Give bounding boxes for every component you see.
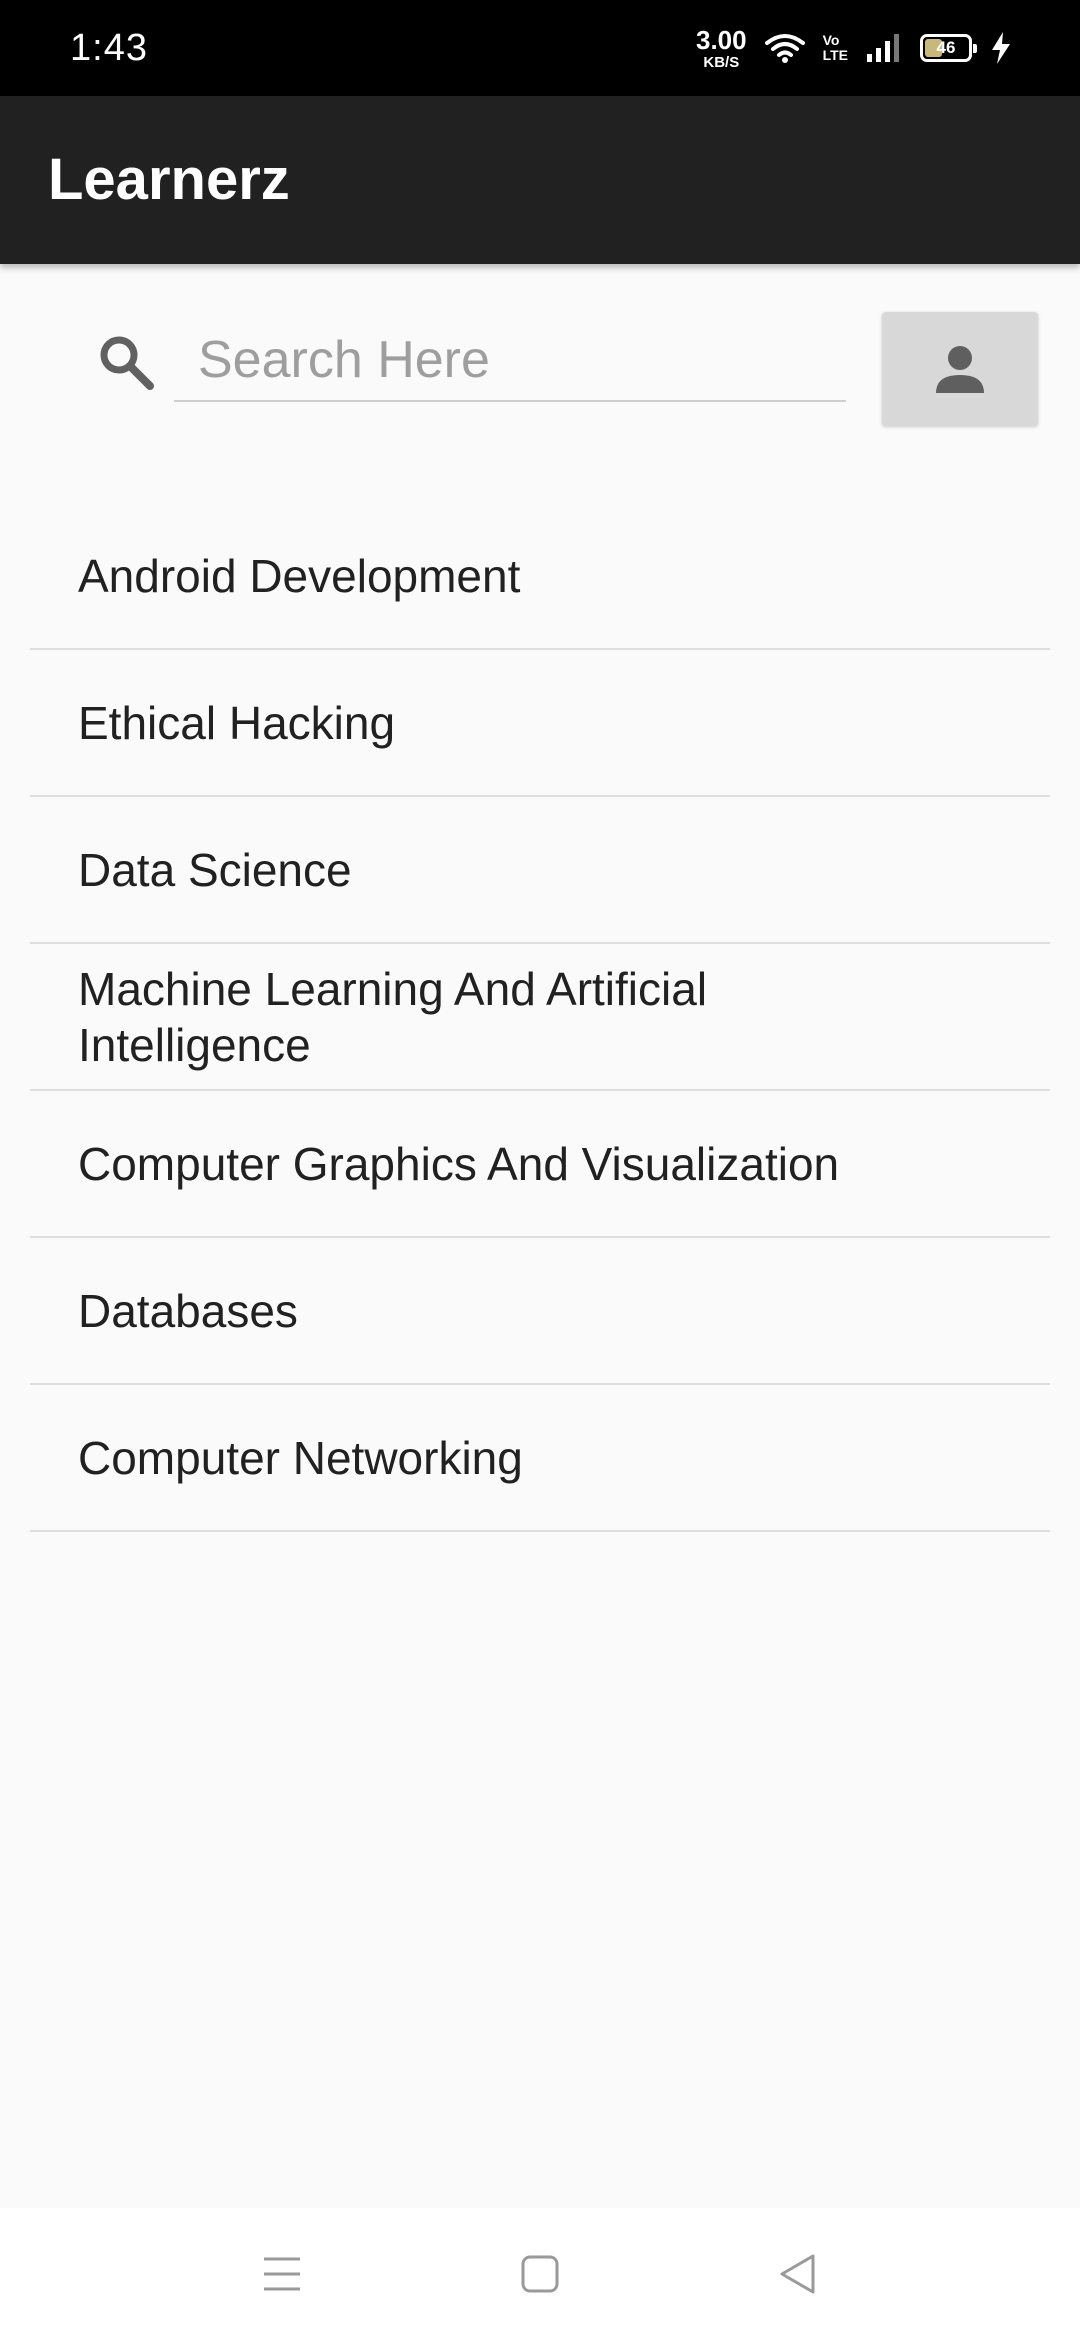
app-bar: Learnerz xyxy=(0,96,1080,264)
profile-button[interactable] xyxy=(882,312,1038,426)
search-area xyxy=(0,264,1080,484)
battery-level: 46 xyxy=(936,38,956,57)
volte-bottom: LTE xyxy=(822,47,848,63)
course-list-item[interactable]: Machine Learning And Artificial Intellig… xyxy=(30,944,1050,1091)
home-icon[interactable] xyxy=(510,2244,570,2304)
app-title: Learnerz xyxy=(48,147,290,212)
status-time: 1:43 xyxy=(70,27,148,69)
network-speed: 3.00 KB/S xyxy=(696,27,747,70)
course-list-item[interactable]: Databases xyxy=(30,1238,1050,1385)
network-speed-value: 3.00 xyxy=(695,24,747,55)
lightning-icon xyxy=(992,32,1010,64)
course-list-item[interactable]: Data Science xyxy=(30,797,1050,944)
network-speed-unit: KB/S xyxy=(703,53,740,71)
status-icons: 3.00 KB/S Vo LTE 46 xyxy=(696,24,1012,72)
course-list: Android Development Ethical Hacking Data… xyxy=(30,503,1050,1532)
search-icon[interactable] xyxy=(94,330,158,394)
person-icon xyxy=(936,346,984,393)
signal-icon xyxy=(867,34,899,62)
search-input[interactable] xyxy=(174,320,846,402)
battery-icon: 46 xyxy=(920,34,977,62)
course-list-item[interactable]: Computer Graphics And Visualization xyxy=(30,1091,1050,1238)
volte-indicator: Vo LTE xyxy=(823,33,848,63)
course-list-item[interactable]: Android Development xyxy=(30,503,1050,650)
system-nav-bar xyxy=(0,2208,1080,2340)
wifi-icon xyxy=(764,34,805,63)
back-icon[interactable] xyxy=(768,2244,828,2304)
status-bar: 1:43 3.00 KB/S Vo LTE 46 xyxy=(0,0,1080,96)
menu-icon[interactable] xyxy=(252,2244,312,2304)
volte-top: Vo xyxy=(822,32,840,48)
course-list-item[interactable]: Ethical Hacking xyxy=(30,650,1050,797)
course-list-item[interactable]: Computer Networking xyxy=(30,1385,1050,1532)
battery-tip xyxy=(973,44,977,53)
